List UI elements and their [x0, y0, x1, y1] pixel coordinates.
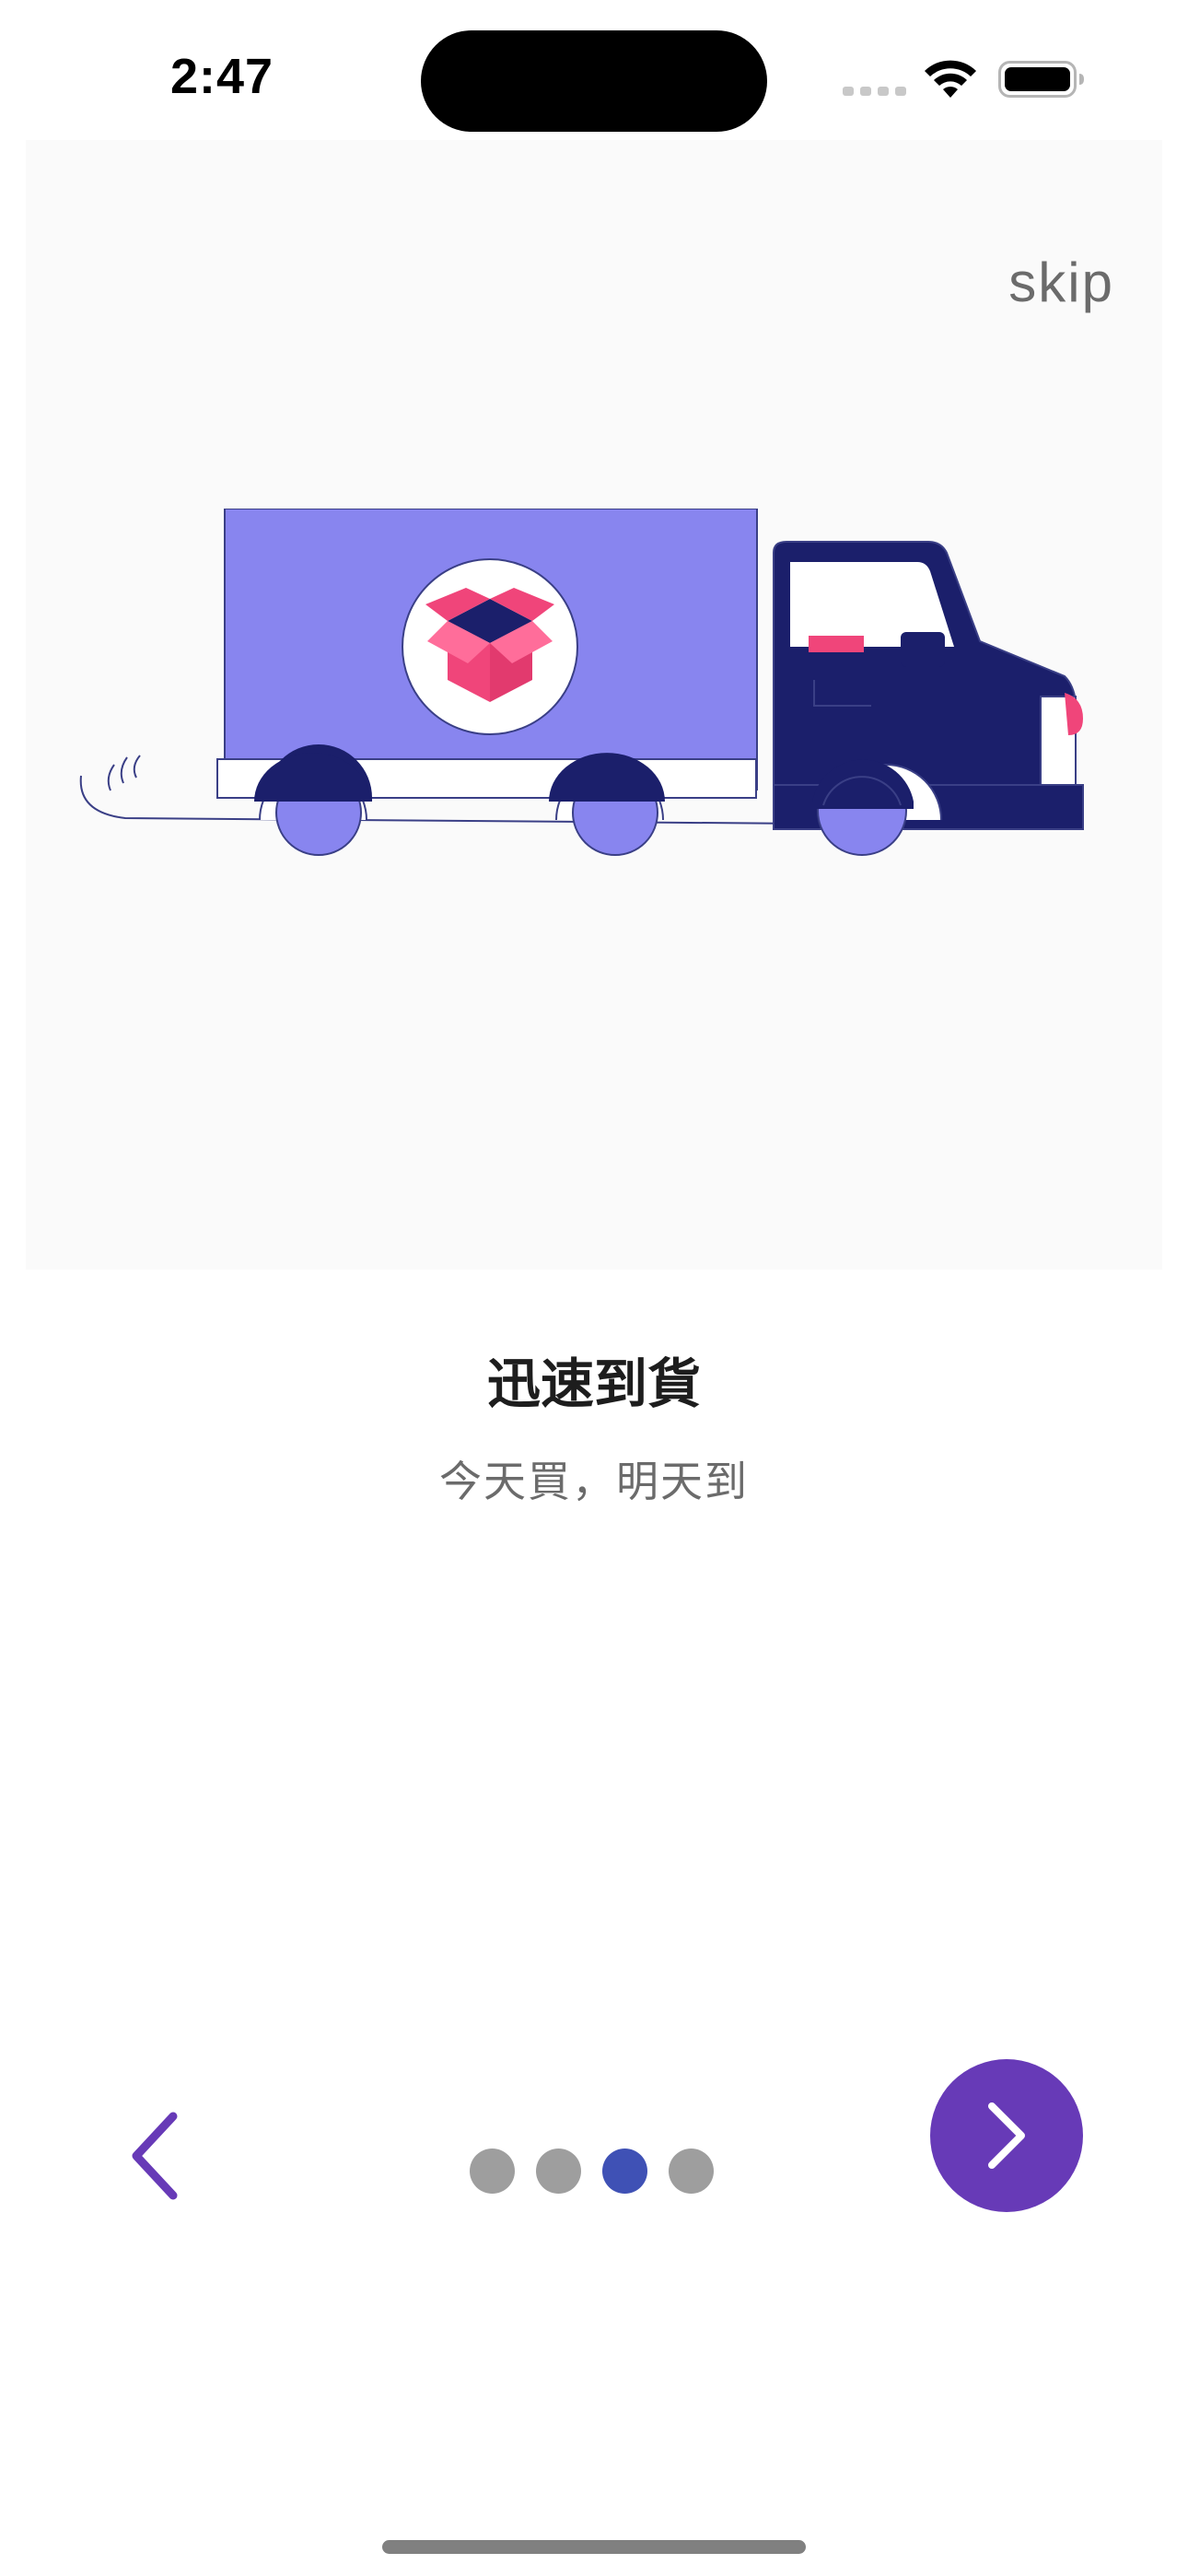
- chevron-left-icon[interactable]: [120, 2105, 193, 2207]
- chevron-right-icon: [988, 2102, 1025, 2169]
- status-time: 2:47: [170, 49, 274, 104]
- page-dot[interactable]: [669, 2149, 714, 2194]
- page-dot-active[interactable]: [602, 2149, 647, 2194]
- battery-icon: [998, 61, 1084, 98]
- delivery-truck-illustration: [79, 509, 1084, 856]
- page-indicator: [470, 2149, 714, 2195]
- cellular-signal-icon: [843, 87, 906, 96]
- status-bar: 2:47: [0, 0, 1188, 138]
- next-button[interactable]: [930, 2059, 1083, 2212]
- home-indicator[interactable]: [382, 2540, 806, 2554]
- onboarding-title: 迅速到貨: [486, 1352, 701, 1415]
- skip-button[interactable]: skip: [1008, 251, 1114, 314]
- page-dot[interactable]: [536, 2149, 581, 2194]
- onboarding-screen: 2:47 skip 迅速到貨 今天買，明天到: [0, 0, 1188, 2576]
- dynamic-island: [421, 30, 767, 132]
- wifi-icon: [925, 60, 976, 98]
- page-dot[interactable]: [470, 2149, 515, 2194]
- onboarding-subtitle: 今天買，明天到: [439, 1457, 749, 1506]
- onboarding-illustration-panel: skip: [26, 140, 1162, 1270]
